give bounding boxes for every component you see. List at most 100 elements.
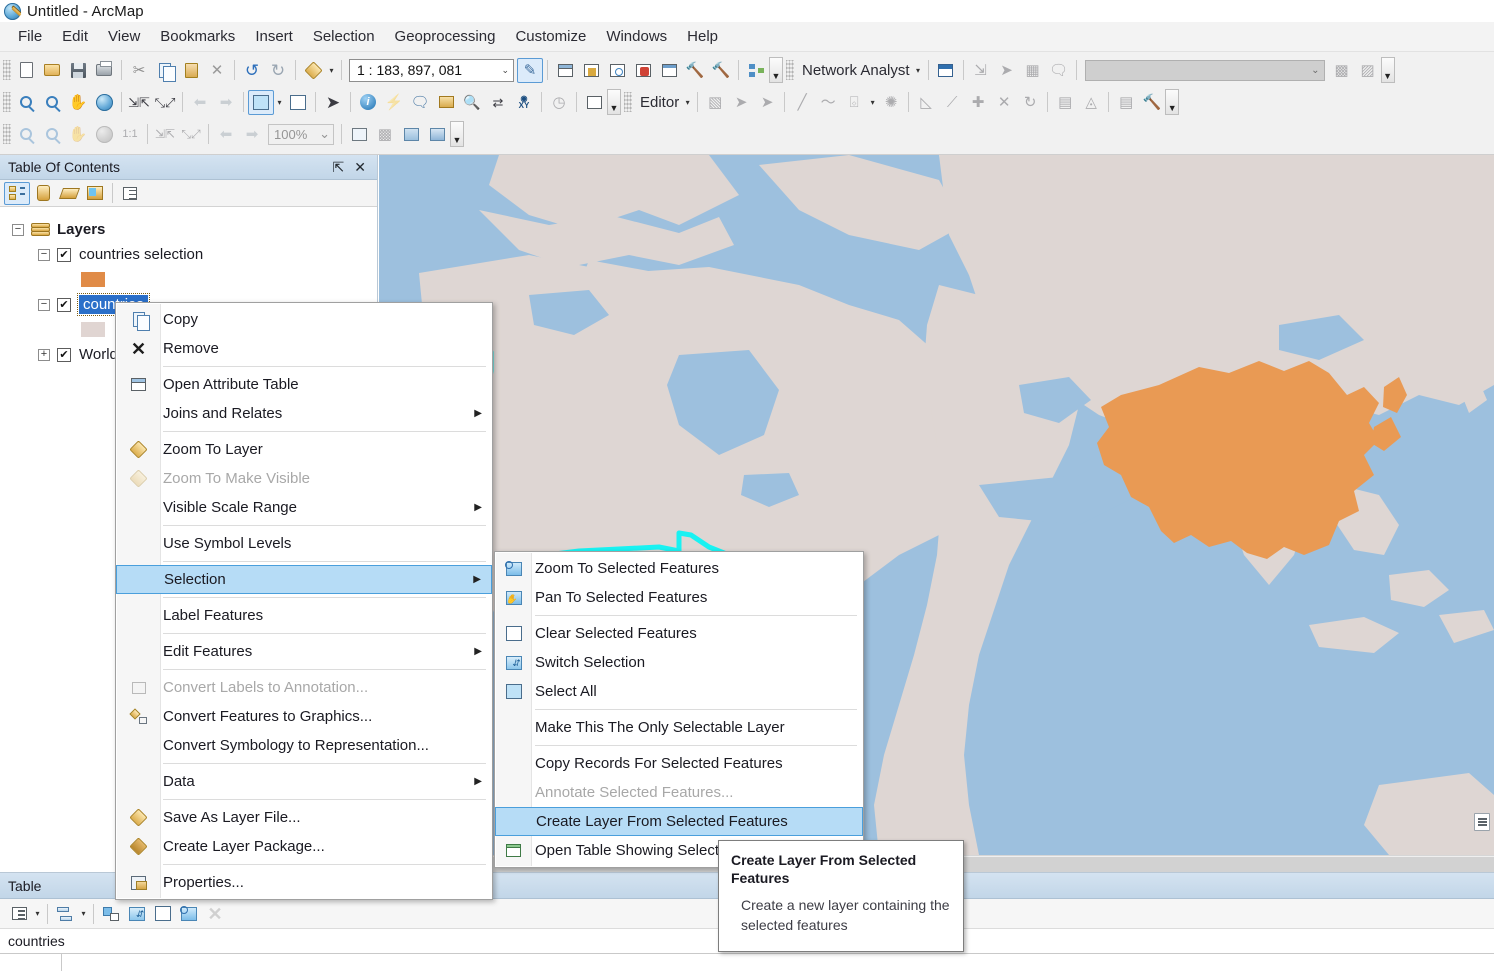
network-analyst-menu[interactable]: Network Analyst	[796, 62, 913, 79]
context-item-remove[interactable]: ✕ Remove	[116, 334, 492, 363]
menu-insert[interactable]: Insert	[245, 25, 303, 48]
zoom-to-selected-icon[interactable]	[176, 902, 202, 926]
menu-windows[interactable]: Windows	[596, 25, 677, 48]
context-item-selection[interactable]: Selection ▶	[116, 565, 492, 594]
layout-zoom-in-button[interactable]	[13, 122, 39, 147]
edit-vertices-button[interactable]: ◺	[913, 90, 939, 115]
save-button[interactable]	[65, 58, 91, 83]
list-by-drawing-order-icon[interactable]	[4, 181, 30, 205]
related-tables-icon[interactable]	[52, 902, 78, 926]
table-of-contents-button[interactable]	[552, 58, 578, 83]
geoprocessing-results-button[interactable]	[743, 58, 769, 83]
layout-fixed-zoom-in-button[interactable]: ⇲⇱	[152, 122, 178, 147]
expand-icon[interactable]: +	[38, 348, 50, 361]
menu-bookmarks[interactable]: Bookmarks	[150, 25, 245, 48]
layout-1to1-button[interactable]: 1:1	[117, 122, 143, 147]
network-dataset-combo[interactable]: ⌄	[1084, 59, 1325, 81]
attributes-button[interactable]: ▤	[1052, 90, 1078, 115]
toc-root-layers[interactable]: − Layers	[10, 217, 377, 242]
toolbar-overflow-button[interactable]: ▼	[769, 57, 783, 83]
toolbar-overflow-button[interactable]: ▼	[1380, 57, 1395, 83]
identify-button[interactable]: i	[355, 90, 381, 115]
go-back-extent-button[interactable]: ⬅	[187, 90, 213, 115]
context-item-label-features[interactable]: Label Features	[116, 601, 492, 630]
menu-edit[interactable]: Edit	[52, 25, 98, 48]
layout-back-button[interactable]: ⬅	[213, 122, 239, 147]
trace-button[interactable]: ⌺	[841, 90, 867, 115]
context-item-visible-scale-range[interactable]: Visible Scale Range ▶	[116, 493, 492, 522]
toc-layer-countries-selection[interactable]: − ✔ countries selection	[10, 242, 377, 267]
list-by-selection-icon[interactable]	[82, 182, 108, 205]
full-extent-button[interactable]	[91, 90, 117, 115]
python-window-button[interactable]	[656, 58, 682, 83]
context-item-copy[interactable]: Copy	[116, 305, 492, 334]
toolbar-grip[interactable]	[786, 60, 794, 80]
cut-polygons-button[interactable]: ✚	[965, 90, 991, 115]
network-analyst-window-button[interactable]	[933, 58, 959, 83]
select-features-dropdown-icon[interactable]: ▾	[274, 91, 285, 113]
pin-icon[interactable]: ⇱	[328, 159, 350, 176]
layout-pan-button[interactable]: ✋	[65, 122, 91, 147]
layout-full-extent-button[interactable]	[91, 122, 117, 147]
layout-zoom-out-button[interactable]	[39, 122, 65, 147]
collapse-icon[interactable]: −	[38, 298, 50, 311]
paste-button[interactable]	[178, 58, 204, 83]
context-item-save-as-layer-file[interactable]: Save As Layer File...	[116, 803, 492, 832]
network-grid-button[interactable]: ▦	[1020, 58, 1046, 83]
fixed-zoom-in-button[interactable]: ⇲⇱	[126, 90, 152, 115]
context-item-properties[interactable]: Properties...	[116, 868, 492, 897]
editor-tools-button[interactable]: 🔨	[1139, 90, 1165, 115]
create-viewer-window-button[interactable]	[581, 90, 607, 115]
context-item-open-attribute-table[interactable]: Open Attribute Table	[116, 370, 492, 399]
layout-forward-button[interactable]: ➡	[239, 122, 265, 147]
menu-selection[interactable]: Selection	[303, 25, 385, 48]
layer-visibility-checkbox[interactable]: ✔	[57, 247, 71, 262]
toggle-draft-mode-button[interactable]	[346, 122, 372, 147]
html-popup-button[interactable]: 🗨	[407, 90, 433, 115]
edit-tool-button[interactable]: ▧	[702, 90, 728, 115]
add-data-button[interactable]	[300, 58, 326, 83]
map-scale-combo[interactable]: 1 : 183, 897, 081 ⌄	[349, 58, 514, 82]
editor-menu[interactable]: Editor	[634, 94, 682, 111]
go-next-extent-button[interactable]: ➡	[213, 90, 239, 115]
search-window-button[interactable]	[604, 58, 630, 83]
select-elements-button[interactable]: ➤	[320, 90, 346, 115]
focus-data-frame-button[interactable]: ▩	[372, 122, 398, 147]
layer-visibility-checkbox[interactable]: ✔	[57, 347, 71, 362]
submenu-item-select-all[interactable]: Select All	[495, 677, 863, 706]
data-driven-pages-button[interactable]	[424, 122, 450, 147]
arctoolbox-button[interactable]	[630, 58, 656, 83]
submenu-item-switch-selection[interactable]: ⇵ Switch Selection	[495, 648, 863, 677]
snapping-button[interactable]: ✺	[878, 90, 904, 115]
clear-selected-features-button[interactable]	[285, 90, 311, 115]
network-analyst-dropdown-icon[interactable]: ▾	[913, 59, 924, 81]
collapse-icon[interactable]: −	[12, 223, 24, 236]
edit-annotation-button[interactable]: ➤	[728, 90, 754, 115]
trace-dropdown-icon[interactable]: ▾	[867, 91, 878, 113]
toc-options-icon[interactable]	[117, 182, 143, 205]
straight-segment-button[interactable]: ╱	[789, 90, 815, 115]
cut-button[interactable]: ✂	[126, 58, 152, 83]
select-network-location-button[interactable]: ➤	[994, 58, 1020, 83]
context-item-create-layer-package[interactable]: Create Layer Package...	[116, 832, 492, 861]
submenu-item-clear-selected-features[interactable]: Clear Selected Features	[495, 619, 863, 648]
select-by-attributes-icon[interactable]	[98, 902, 124, 926]
print-button[interactable]	[91, 58, 117, 83]
network-build-button[interactable]: ▨	[1355, 58, 1381, 83]
layout-zoom-percent-combo[interactable]: 100% ⌄	[268, 123, 334, 145]
context-item-zoom-to-layer[interactable]: Zoom To Layer	[116, 435, 492, 464]
time-slider-button[interactable]: ◷	[546, 90, 572, 115]
context-item-convert-features-to-graphics[interactable]: Convert Features to Graphics...	[116, 702, 492, 731]
change-layout-button[interactable]	[398, 122, 424, 147]
select-features-button[interactable]	[248, 89, 274, 115]
list-by-visibility-icon[interactable]	[56, 182, 82, 205]
clear-selection-icon[interactable]	[150, 902, 176, 926]
editor-dropdown-icon[interactable]: ▾	[682, 91, 693, 113]
submenu-item-pan-to-selected-features[interactable]: ✋ Pan To Selected Features	[495, 583, 863, 612]
editor-toolbar-toggle[interactable]: ✎	[517, 57, 543, 83]
zoom-out-button[interactable]	[39, 90, 65, 115]
zoom-in-button[interactable]	[13, 90, 39, 115]
related-tables-dropdown-icon[interactable]: ▾	[78, 903, 89, 925]
submenu-item-create-layer-from-selected-features[interactable]: Create Layer From Selected Features	[495, 807, 863, 836]
pan-button[interactable]: ✋	[65, 90, 91, 115]
